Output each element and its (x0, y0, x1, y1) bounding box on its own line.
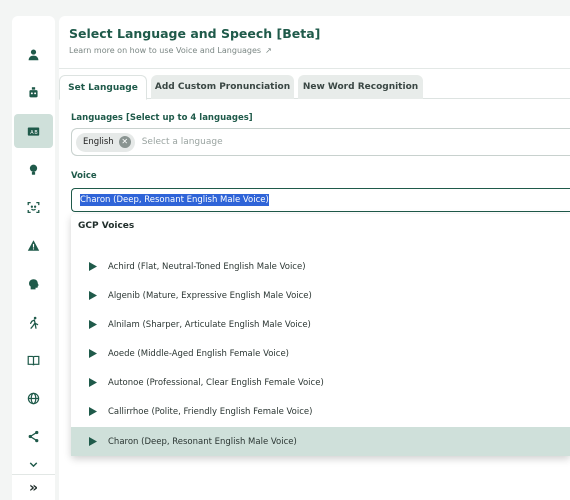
help-link[interactable]: Learn more on how to use Voice and Langu… (69, 46, 272, 55)
voice-option[interactable]: Algenib (Mature, Expressive English Male… (71, 281, 570, 310)
voice-option-label: Charon (Deep, Resonant English Male Voic… (108, 436, 297, 447)
voice-option[interactable]: Autonoe (Professional, Clear English Fem… (71, 368, 570, 397)
face-scan-icon (27, 201, 40, 213)
tab-bar: Set Language Add Custom Pronunciation Ne… (59, 75, 570, 100)
voice-option[interactable]: Callirrhoe (Polite, Friendly English Fem… (71, 397, 570, 426)
voice-option[interactable]: Achird (Flat, Neutral-Toned English Male… (71, 252, 570, 281)
voice-option[interactable]: Alnilam (Sharper, Articulate English Mal… (71, 310, 570, 339)
play-icon[interactable] (89, 291, 97, 300)
sidebar-item-profile[interactable] (12, 37, 55, 71)
voice-option-label: Alnilam (Sharper, Articulate English Mal… (108, 319, 311, 330)
voice-label: Voice (71, 171, 97, 181)
language-chip: English ✕ (76, 132, 135, 152)
sidebar-item-ideas[interactable] (12, 152, 55, 186)
sidebar-item-web[interactable] (12, 381, 55, 415)
voice-option-selected[interactable]: Charon (Deep, Resonant English Male Voic… (71, 427, 570, 456)
sidebar-expand-button[interactable]: » (12, 474, 55, 500)
voice-option-label: Achird (Flat, Neutral-Toned English Male… (108, 261, 306, 272)
book-icon (27, 355, 40, 365)
external-link-icon: ↗ (265, 46, 272, 55)
sidebar-item-actions[interactable] (12, 305, 55, 339)
voice-option-label: Callirrhoe (Polite, Friendly English Fem… (108, 406, 313, 417)
runner-icon (30, 316, 39, 329)
play-icon[interactable] (89, 262, 97, 271)
play-icon[interactable] (89, 349, 97, 358)
voice-group-label: GCP Voices (78, 221, 135, 231)
sidebar-scroll-down[interactable] (12, 452, 55, 476)
language-select[interactable]: English ✕ Select a language (71, 128, 570, 156)
double-chevron-right-icon: » (28, 479, 39, 496)
voice-option[interactable]: Aoede (Middle-Aged English Female Voice) (71, 339, 570, 368)
person-icon (28, 48, 39, 60)
languages-label: Languages [Select up to 4 languages] (71, 113, 253, 123)
sidebar-item-alerts[interactable] (12, 228, 55, 262)
tab-set-language[interactable]: Set Language (59, 75, 147, 100)
tab-add-custom-pronunciation[interactable]: Add Custom Pronunciation (151, 75, 294, 99)
language-speech-panel: Select Language and Speech [Beta] Learn … (59, 16, 570, 500)
help-link-text: Learn more on how to use Voice and Langu… (69, 46, 262, 55)
sidebar-item-docs[interactable] (12, 343, 55, 377)
translate-icon: AB (27, 126, 40, 135)
voice-dropdown: GCP Voices Achird (Flat, Neutral-Toned E… (71, 214, 570, 456)
sidebar-item-language[interactable]: AB (14, 114, 53, 148)
robot-icon (29, 86, 38, 97)
language-search-input[interactable]: Select a language (142, 137, 223, 147)
warning-icon (27, 239, 40, 251)
chevron-down-icon (29, 461, 38, 467)
voice-select[interactable]: Charon (Deep, Resonant English Male Voic… (71, 188, 570, 212)
sidebar-item-knowledge[interactable] (12, 267, 55, 301)
voice-option-label: Algenib (Mature, Expressive English Male… (108, 290, 312, 301)
sidebar: AB » (12, 16, 55, 500)
play-icon[interactable] (89, 407, 97, 416)
sidebar-item-agent[interactable] (12, 75, 55, 109)
voice-select-value: Charon (Deep, Resonant English Male Voic… (80, 194, 269, 206)
sidebar-item-vision[interactable] (12, 190, 55, 224)
brain-icon (29, 278, 39, 289)
page-title: Select Language and Speech [Beta] (69, 26, 321, 41)
header-divider (59, 68, 570, 69)
tab-new-word-recognition[interactable]: New Word Recognition (298, 75, 423, 99)
sidebar-item-share[interactable] (12, 419, 55, 453)
lightbulb-icon (29, 164, 38, 175)
globe-icon (27, 392, 40, 404)
svg-text:B: B (34, 129, 37, 135)
share-icon (28, 430, 39, 442)
remove-chip-icon[interactable]: ✕ (118, 136, 131, 148)
play-icon[interactable] (89, 378, 97, 387)
voice-option-label: Autonoe (Professional, Clear English Fem… (108, 377, 324, 388)
voice-option-label: Aoede (Middle-Aged English Female Voice) (108, 348, 289, 359)
play-icon[interactable] (89, 437, 97, 446)
language-chip-label: English (83, 137, 114, 147)
play-icon[interactable] (89, 320, 97, 329)
